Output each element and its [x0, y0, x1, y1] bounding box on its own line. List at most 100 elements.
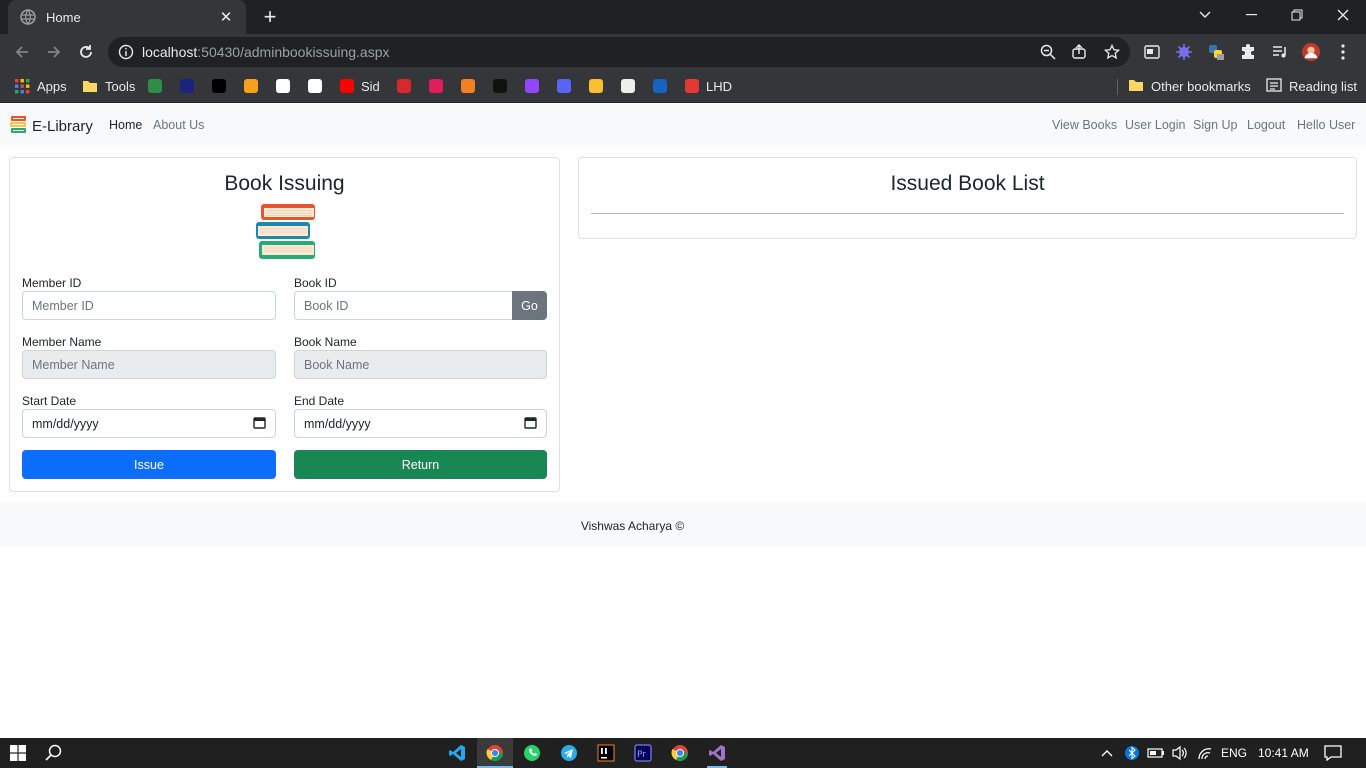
tab-close-icon[interactable]: ✕ [218, 8, 234, 26]
issue-button[interactable]: Issue [22, 450, 276, 479]
whatsapp-icon[interactable] [522, 743, 542, 763]
back-arrow-icon[interactable] [10, 40, 34, 64]
bookmark-icon-yellow [589, 79, 603, 93]
bookmark-item[interactable] [244, 76, 258, 96]
site-info-icon[interactable] [118, 44, 134, 65]
browser-toolbar: localhost:50430/adminbookissuing.aspx [0, 34, 1366, 70]
go-button[interactable]: Go [512, 291, 547, 320]
slack-icon [429, 79, 443, 93]
zoom-icon[interactable] [1040, 44, 1056, 60]
extensions-puzzle-icon[interactable] [1239, 43, 1257, 61]
profile-avatar[interactable] [1302, 43, 1320, 61]
nav-about-link[interactable]: About Us [153, 118, 204, 132]
end-date-input[interactable]: mm/dd/yyyy [294, 409, 547, 438]
reading-list[interactable]: Reading list [1266, 76, 1357, 96]
bookmark-item[interactable]: Sid [340, 76, 380, 96]
other-bookmarks-label: Other bookmarks [1151, 78, 1251, 94]
bookmark-item[interactable]: Apps [14, 76, 67, 96]
extension-puzzle-burst-icon[interactable] [1175, 43, 1193, 61]
chevron-up-icon[interactable] [1097, 743, 1117, 763]
visual-studio-icon[interactable] [707, 743, 727, 763]
return-button[interactable]: Return [294, 450, 547, 479]
bluetooth-icon[interactable] [1122, 743, 1142, 763]
nav-home-link[interactable]: Home [109, 118, 142, 132]
calendar-icon[interactable] [524, 416, 537, 432]
extension-python-icon[interactable] [1207, 43, 1225, 61]
bookmark-item[interactable] [397, 76, 411, 96]
wifi-icon[interactable] [1195, 743, 1215, 763]
tab-search-icon[interactable] [1182, 0, 1228, 30]
chrome-taskbar-icon[interactable] [485, 743, 505, 763]
bookmark-item[interactable] [308, 76, 322, 96]
close-window-icon[interactable] [1320, 0, 1366, 30]
bookmark-label: LHD [706, 78, 733, 94]
member-name-input[interactable]: Member Name [22, 350, 276, 379]
books-logo-icon [9, 115, 28, 138]
nav-user-login-link[interactable]: User Login [1125, 118, 1185, 132]
bookmark-icon-robot [621, 79, 635, 93]
reading-mode-icon[interactable] [1143, 43, 1161, 61]
bookmark-item[interactable] [180, 76, 194, 96]
volume-icon[interactable] [1170, 743, 1190, 763]
bookmark-item[interactable] [653, 76, 667, 96]
search-icon[interactable] [44, 743, 64, 763]
forward-arrow-icon[interactable] [42, 40, 66, 64]
url-path: :50430/adminbookissuing.aspx [197, 44, 390, 60]
telegram-icon[interactable] [559, 743, 579, 763]
vscode-icon[interactable] [447, 743, 467, 763]
discord-icon [557, 79, 571, 93]
books-stack-icon [255, 202, 316, 266]
media-controls-icon[interactable] [1271, 43, 1289, 61]
navbar-brand[interactable]: E-Library [9, 115, 93, 138]
nav-hello-user-link[interactable]: Hello User [1297, 118, 1355, 132]
new-tab-button[interactable]: + [258, 4, 282, 30]
bookmark-item[interactable] [461, 76, 475, 96]
nav-view-books-link[interactable]: View Books [1052, 118, 1117, 132]
reload-icon[interactable] [74, 40, 98, 64]
nav-sign-up-link[interactable]: Sign Up [1193, 118, 1237, 132]
bookmark-item[interactable] [589, 76, 603, 96]
bookmark-item[interactable] [148, 76, 162, 96]
browser-tab-home[interactable]: Home ✕ [8, 0, 246, 34]
globe-icon [20, 9, 36, 25]
member-name-label: Member Name [22, 335, 102, 349]
bookmark-item[interactable] [429, 76, 443, 96]
minimize-icon[interactable] [1228, 0, 1274, 30]
windows-start-icon[interactable] [8, 743, 28, 763]
premiere-pro-icon[interactable]: Pr [633, 743, 653, 763]
chrome-canary-icon[interactable] [670, 743, 690, 763]
bookmark-item[interactable] [557, 76, 571, 96]
folder-icon [1128, 78, 1144, 95]
reading-list-label: Reading list [1289, 78, 1357, 94]
restore-icon[interactable] [1274, 0, 1320, 30]
member-id-input[interactable]: Member ID [22, 291, 276, 320]
bookmark-item[interactable] [493, 76, 507, 96]
book-id-input[interactable]: Book ID [294, 291, 513, 320]
start-date-label: Start Date [22, 394, 77, 408]
share-icon[interactable] [1071, 44, 1087, 60]
bookmark-item[interactable] [276, 76, 290, 96]
calendar-icon[interactable] [253, 416, 266, 432]
intellij-icon[interactable] [596, 743, 616, 763]
bookmark-item[interactable] [525, 76, 539, 96]
address-bar[interactable]: localhost:50430/adminbookissuing.aspx [108, 37, 1130, 67]
notifications-icon[interactable] [1323, 743, 1343, 763]
other-bookmarks[interactable]: Other bookmarks [1128, 76, 1251, 96]
book-name-input[interactable]: Book Name [294, 350, 547, 379]
bookmark-item[interactable] [621, 76, 635, 96]
github-icon [308, 79, 322, 93]
chrome-menu-icon[interactable] [1334, 43, 1352, 61]
bookmark-item[interactable]: Tools [82, 76, 135, 96]
bookmark-item[interactable] [212, 76, 226, 96]
clock[interactable]: 10:41 AM [1258, 746, 1309, 760]
folder-icon [82, 78, 98, 94]
language-indicator[interactable]: ENG [1221, 746, 1247, 760]
nav-logout-link[interactable]: Logout [1247, 118, 1285, 132]
bookmark-item[interactable]: LHD [685, 76, 732, 96]
start-date-input[interactable]: mm/dd/yyyy [22, 409, 276, 438]
start-date-value: mm/dd/yyyy [32, 416, 99, 431]
star-bookmark-icon[interactable] [1103, 43, 1121, 60]
bookmark-icon-wave [653, 79, 667, 93]
apps-grid-icon [14, 78, 30, 94]
battery-icon[interactable] [1146, 743, 1166, 763]
